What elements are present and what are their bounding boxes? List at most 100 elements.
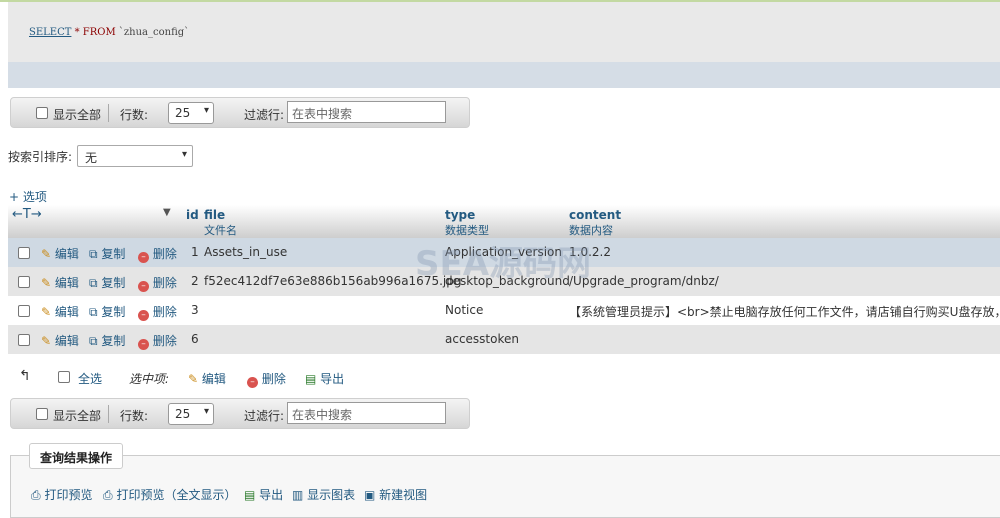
- sort-by-index-select[interactable]: 无 ▾: [77, 145, 193, 167]
- column-header-type[interactable]: type 数据类型: [445, 208, 489, 238]
- options-link[interactable]: + 选项: [9, 188, 47, 205]
- bulk-delete-button[interactable]: – 删除: [247, 370, 286, 388]
- copy-row-button[interactable]: ⧉ 复制: [89, 303, 125, 320]
- pencil-icon: ✎: [41, 334, 52, 348]
- delete-row-button[interactable]: – 删除: [138, 332, 177, 350]
- bulk-actions-bar: ↰ 全选 选中项: ✎ 编辑 – 删除 ▤ 导出: [8, 366, 608, 390]
- show-all-label[interactable]: 显示全部: [53, 407, 101, 424]
- edit-row-button[interactable]: ✎ 编辑: [41, 303, 79, 320]
- row-checkbox[interactable]: [18, 334, 30, 346]
- chevron-down-icon: ▾: [203, 105, 209, 116]
- select-all-checkbox[interactable]: [58, 371, 70, 383]
- pencil-icon: ✎: [188, 372, 199, 386]
- cell-type[interactable]: Application_version: [445, 245, 562, 259]
- table-navigation-top: 显示全部 行数: 25 ▾ 过滤行: 在表中搜索: [10, 97, 470, 128]
- printer-icon: ⎙: [103, 488, 113, 502]
- copy-icon: ⧉: [89, 334, 98, 348]
- with-selected-label: 选中项:: [129, 372, 170, 386]
- export-icon: ▤: [305, 372, 317, 386]
- cell-type[interactable]: desktop_background: [445, 274, 570, 288]
- cell-content[interactable]: 1.0.2.2: [569, 245, 611, 259]
- delete-icon: –: [138, 252, 149, 263]
- divider: [108, 405, 109, 423]
- filter-rows-input[interactable]: 在表中搜索: [287, 101, 446, 123]
- row-checkbox[interactable]: [18, 305, 30, 317]
- show-all-checkbox[interactable]: [36, 408, 48, 420]
- arrow-up-left-icon: ↰: [19, 368, 31, 384]
- copy-icon: ⧉: [89, 276, 98, 290]
- cell-id[interactable]: 1: [191, 245, 199, 259]
- filter-rows-input[interactable]: 在表中搜索: [287, 402, 446, 424]
- cell-content[interactable]: /Upgrade_program/dnbz/: [569, 274, 719, 288]
- row-checkbox[interactable]: [18, 247, 30, 259]
- print-preview-button[interactable]: ⎙ 打印预览: [31, 486, 92, 503]
- cell-id[interactable]: 6: [191, 332, 199, 346]
- copy-icon: ⧉: [89, 247, 98, 261]
- delete-row-button[interactable]: – 删除: [138, 245, 177, 263]
- copy-icon: ⧉: [89, 305, 98, 319]
- sql-actions-bar: [8, 62, 1000, 88]
- cell-file[interactable]: Assets_in_use: [204, 245, 287, 259]
- copy-row-button[interactable]: ⧉ 复制: [89, 274, 125, 291]
- print-preview-full-button[interactable]: ⎙ 打印预览（全文显示）: [103, 486, 236, 503]
- pencil-icon: ✎: [41, 305, 52, 319]
- rows-label: 行数:: [120, 108, 149, 122]
- copy-row-button[interactable]: ⧉ 复制: [89, 332, 125, 349]
- export-icon: ▤: [244, 488, 256, 502]
- cell-id[interactable]: 3: [191, 303, 199, 317]
- cell-id[interactable]: 2: [191, 274, 199, 288]
- table-row[interactable]: ✎ 编辑 ⧉ 复制 – 删除 2 f52ec412df7e63e886b156a…: [8, 267, 1000, 296]
- cell-content[interactable]: 【系统管理员提示】<br>禁止电脑存放任何工作文件，请店铺自行购买U盘存放，3,: [569, 303, 1000, 320]
- show-all-label[interactable]: 显示全部: [53, 106, 101, 123]
- rows-per-page-select[interactable]: 25 ▾: [168, 403, 214, 425]
- table-row[interactable]: ✎ 编辑 ⧉ 复制 – 删除 6 accesstoken: [8, 325, 1000, 354]
- delete-row-button[interactable]: – 删除: [138, 274, 177, 292]
- query-results-operations-title: 查询结果操作: [29, 443, 124, 469]
- cell-type[interactable]: Notice: [445, 303, 483, 317]
- table-navigation-bottom: 显示全部 行数: 25 ▾ 过滤行: 在表中搜索: [10, 398, 470, 429]
- display-chart-button[interactable]: ▥ 显示图表: [292, 486, 355, 503]
- delete-icon: –: [138, 339, 149, 350]
- cell-type[interactable]: accesstoken: [445, 332, 519, 346]
- bulk-export-button[interactable]: ▤ 导出: [305, 370, 344, 387]
- chevron-down-icon: ▾: [203, 406, 209, 417]
- column-header-file[interactable]: file 文件名: [204, 208, 237, 238]
- edit-row-button[interactable]: ✎ 编辑: [41, 332, 79, 349]
- delete-row-button[interactable]: – 删除: [138, 303, 177, 321]
- view-icon: ▣: [364, 488, 376, 502]
- row-checkbox[interactable]: [18, 276, 30, 288]
- divider: [108, 104, 109, 122]
- delete-icon: –: [247, 377, 258, 388]
- pencil-icon: ✎: [41, 276, 52, 290]
- pencil-icon: ✎: [41, 247, 52, 261]
- column-header-content[interactable]: content 数据内容: [569, 208, 621, 238]
- column-header-id[interactable]: id: [186, 208, 199, 222]
- create-view-button[interactable]: ▣ 新建视图: [364, 486, 427, 503]
- printer-icon: ⎙: [31, 488, 41, 502]
- delete-icon: –: [138, 310, 149, 321]
- sql-table-name: `zhua_config`: [118, 27, 190, 38]
- copy-row-button[interactable]: ⧉ 复制: [89, 245, 125, 262]
- chart-icon: ▥: [292, 488, 304, 502]
- select-all-label[interactable]: 全选: [78, 370, 102, 387]
- show-all-checkbox[interactable]: [36, 107, 48, 119]
- edit-row-button[interactable]: ✎ 编辑: [41, 245, 79, 262]
- bulk-edit-button[interactable]: ✎ 编辑: [188, 370, 226, 387]
- rows-per-page-select[interactable]: 25 ▾: [168, 102, 214, 124]
- delete-icon: –: [138, 281, 149, 292]
- sql-query-text: SELECT * FROM `zhua_config`: [29, 27, 189, 38]
- sort-dropdown-icon[interactable]: ▼: [163, 207, 171, 218]
- filter-label: 过滤行:: [244, 108, 285, 122]
- chevron-down-icon: ▾: [181, 149, 187, 160]
- cell-file[interactable]: f52ec412df7e63e886b156ab996a1675.jpg: [204, 274, 461, 288]
- sql-select-keyword[interactable]: SELECT: [29, 27, 71, 38]
- column-arrows-control[interactable]: ←T→: [12, 207, 42, 222]
- table-row[interactable]: ✎ 编辑 ⧉ 复制 – 删除 1 Assets_in_use Applicati…: [8, 238, 1000, 267]
- filter-label: 过滤行:: [244, 409, 285, 423]
- sql-from-clause: * FROM: [74, 27, 116, 38]
- table-row[interactable]: ✎ 编辑 ⧉ 复制 – 删除 3 Notice 【系统管理员提示】<br>禁止电…: [8, 296, 1000, 325]
- sort-by-index-label: 按索引排序:: [8, 150, 73, 164]
- table-header: ←T→ ▼ id file 文件名 type 数据类型 content 数据内容: [8, 205, 1000, 239]
- export-button[interactable]: ▤ 导出: [244, 486, 283, 503]
- edit-row-button[interactable]: ✎ 编辑: [41, 274, 79, 291]
